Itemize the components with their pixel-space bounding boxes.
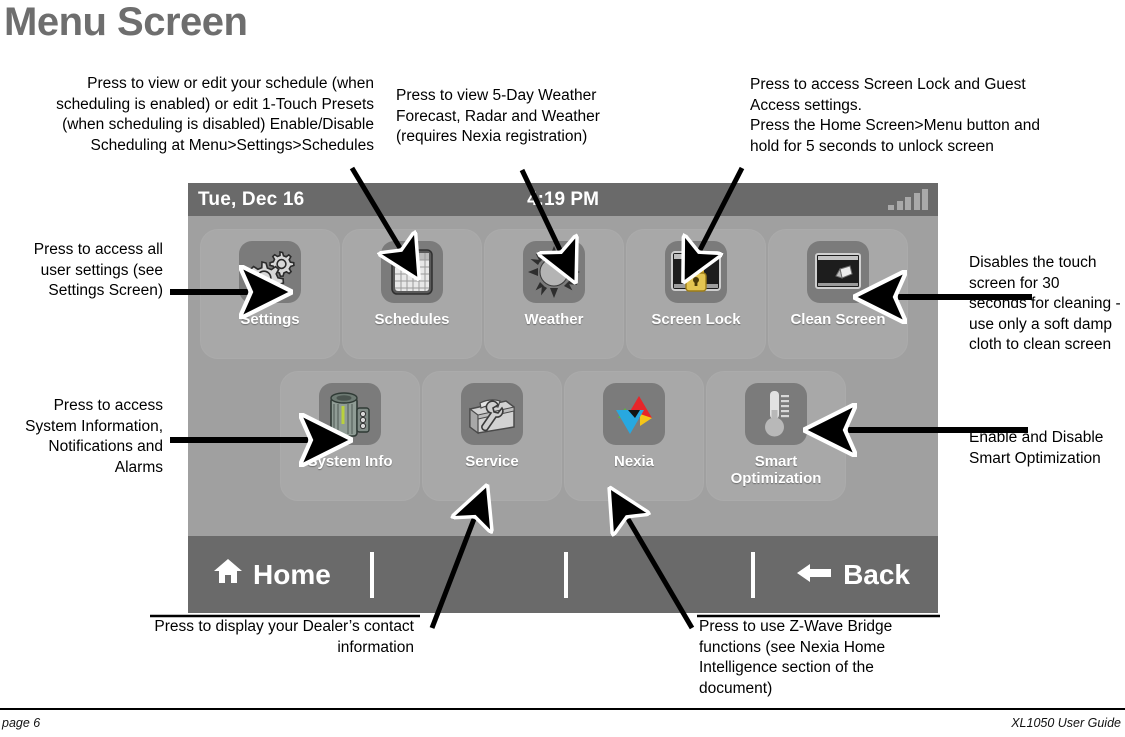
home-label: Home [253,558,331,590]
toolbox-wrench-icon [461,383,523,445]
clean-screen-icon [807,241,869,303]
thermometer-icon [745,383,807,445]
menu-tile-screen-lock[interactable]: Screen Lock [626,229,766,359]
callout-smart-optimization: Enable and Disable Smart Optimization [969,429,1104,467]
tile-label: Clean Screen [790,311,886,328]
callout-settings: Press to access all user settings (see S… [33,241,163,299]
callout-system-info: Press to access System Information, Noti… [25,397,163,476]
tile-label: Weather [524,311,584,328]
menu-tile-clean-screen[interactable]: Clean Screen [768,229,908,359]
menu-row-2: System Info Service Nexia Smart Optimiza… [280,371,846,501]
footer-page-number: page 6 [2,716,41,730]
hvac-unit-icon [319,383,381,445]
signal-strength-icon [888,188,928,210]
callout-service: Press to display your Dealer’s contact i… [154,618,414,656]
gears-icon [239,241,301,303]
callout-weather: Press to view 5-Day Weather Forecast, Ra… [396,87,600,145]
nexia-logo-icon [603,383,665,445]
thermostat-screen: Tue, Dec 16 4:19 PM Settings Schedules W… [188,183,938,613]
nav-divider [370,552,374,598]
tile-label: System Info [307,453,393,470]
tile-label: Settings [240,311,300,328]
home-button[interactable]: Home [213,557,331,592]
menu-tile-weather[interactable]: Weather [484,229,624,359]
home-icon [213,557,243,592]
menu-tile-area: Settings Schedules Weather Screen Lock C… [188,216,938,536]
page-title: Menu Screen [4,0,248,44]
user-guide-page: Menu Screen Press to view or edit your s… [0,0,1125,737]
menu-tile-nexia[interactable]: Nexia [564,371,704,501]
callout-nexia: Press to use Z-Wave Bridge functions (se… [699,618,893,697]
callout-screen-lock: Press to access Screen Lock and Guest Ac… [750,76,1040,155]
status-bar: Tue, Dec 16 4:19 PM [188,183,938,216]
nav-divider [751,552,755,598]
callout-clean-screen: Disables the touch screen for 30 seconds… [969,254,1121,353]
tile-label: Schedules [374,311,450,328]
back-button[interactable]: Back [797,559,910,591]
menu-tile-smart-optimization[interactable]: Smart Optimization [706,371,846,501]
footer-rule [0,708,1125,710]
menu-tile-system-info[interactable]: System Info [280,371,420,501]
menu-row-1: Settings Schedules Weather Screen Lock C… [200,229,908,359]
callout-schedules: Press to view or edit your schedule (whe… [56,75,374,154]
tile-label: Service [465,453,519,470]
lock-screen-icon [665,241,727,303]
back-label: Back [843,558,910,590]
bottom-nav-bar: Home Back [188,536,938,613]
nav-divider [564,552,568,598]
tile-label: Nexia [613,453,655,470]
arrow-left-icon [797,559,832,591]
menu-tile-service[interactable]: Service [422,371,562,501]
footer-document-title: XL1050 User Guide [1011,716,1121,730]
tile-label: Smart Optimization [730,453,822,487]
calendar-icon [381,241,443,303]
menu-tile-schedules[interactable]: Schedules [342,229,482,359]
status-date: Tue, Dec 16 [198,188,305,210]
menu-tile-settings[interactable]: Settings [200,229,340,359]
tile-label: Screen Lock [651,311,741,328]
sun-icon [523,241,585,303]
